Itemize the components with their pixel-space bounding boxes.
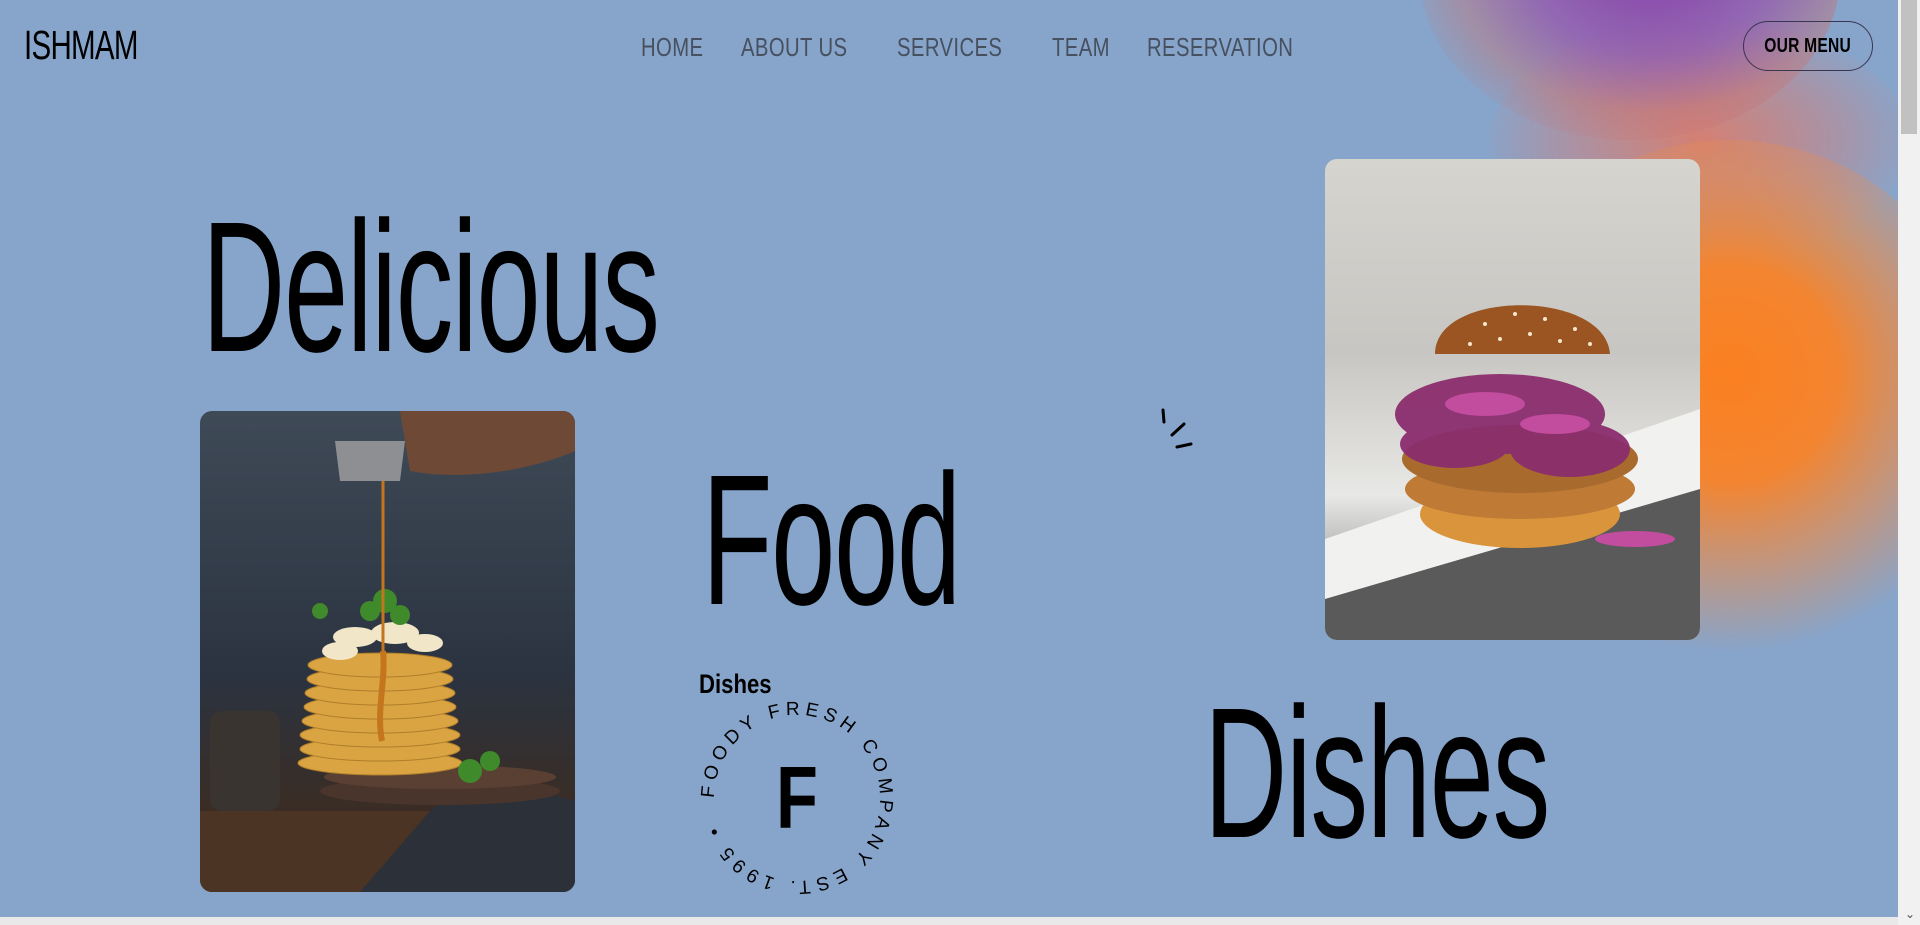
nav-services[interactable]: SERVICES: [897, 32, 1002, 63]
bottom-strip: [0, 917, 1898, 925]
pancake-image: [200, 411, 575, 892]
nav-about-us[interactable]: ABOUT US: [741, 32, 847, 63]
nav-team[interactable]: TEAM: [1052, 32, 1110, 63]
scroll-down-arrow-icon[interactable]: ⌄: [1905, 907, 1915, 921]
hero-word-delicious: Delicious: [202, 184, 660, 391]
scrollbar-thumb[interactable]: [1901, 0, 1917, 134]
site-logo[interactable]: ISHMAM: [24, 22, 138, 69]
hero-word-dishes: Dishes: [1204, 670, 1550, 877]
nav-reservation[interactable]: RESERVATION: [1147, 32, 1293, 63]
burger-illustration: [1325, 305, 1700, 640]
page-scrollbar[interactable]: ⌄: [1898, 0, 1920, 925]
our-menu-label: OUR MENU: [1764, 34, 1852, 57]
pancake-illustration: [200, 411, 575, 892]
nav-home[interactable]: HOME: [641, 32, 703, 63]
hero-word-food: Food: [702, 437, 961, 644]
our-menu-button[interactable]: OUR MENU: [1743, 21, 1873, 71]
foody-badge: FOODY FRESH COMPANY EST. 1995 • F: [698, 699, 892, 897]
badge-letter: F: [776, 749, 818, 847]
main-nav: HOME ABOUT US SERVICES TEAM RESERVATION: [641, 32, 1334, 63]
burger-image: [1325, 159, 1700, 640]
spark-lines-icon: [1161, 408, 1193, 449]
